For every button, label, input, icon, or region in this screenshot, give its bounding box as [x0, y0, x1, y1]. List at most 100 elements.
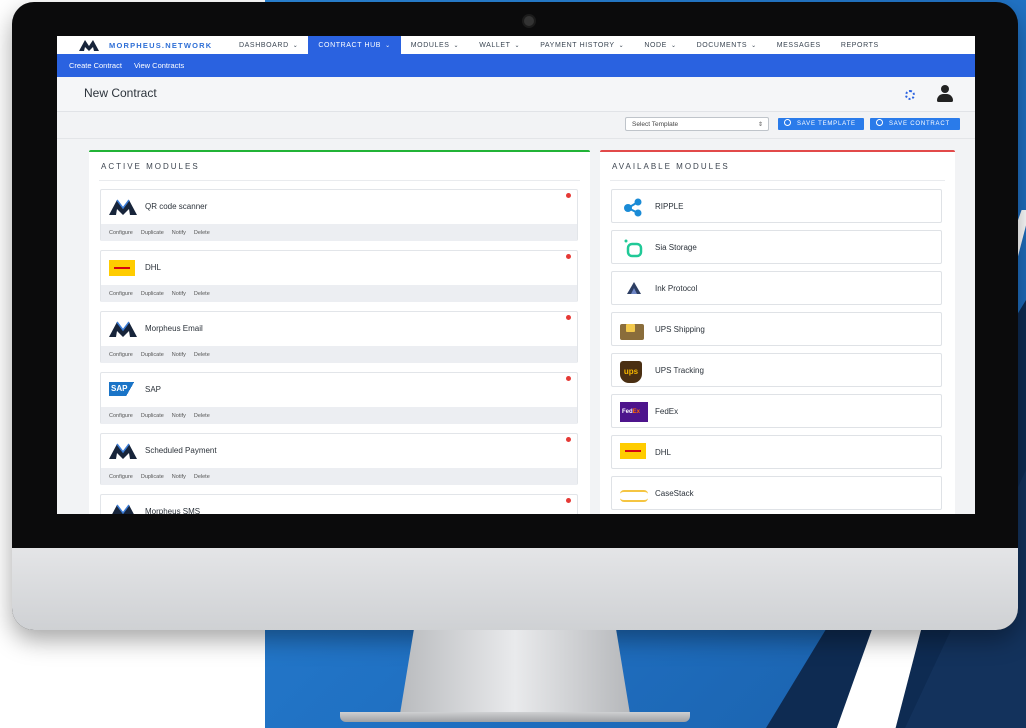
module-logo: ups	[620, 361, 648, 383]
ups-logo-icon: ups	[620, 361, 642, 383]
module-logo	[109, 260, 137, 276]
nav-contract-hub-label: CONTRACT HUB	[318, 41, 382, 49]
module-name: Ink Protocol	[655, 284, 698, 293]
delete-button[interactable]: Delete	[194, 230, 210, 236]
ink-logo-icon	[627, 282, 641, 294]
duplicate-button[interactable]: Duplicate	[141, 230, 164, 236]
user-avatar-icon[interactable]	[937, 85, 953, 103]
available-module-card[interactable]: RIPPLE	[611, 189, 942, 223]
configure-button[interactable]: Configure	[109, 230, 133, 236]
chevron-down-icon: ⌄	[618, 42, 625, 49]
nav-documents[interactable]: DOCUMENTS ⌄	[687, 36, 767, 54]
sap-logo-icon: SAP	[109, 382, 137, 396]
module-row: Scheduled Payment	[101, 434, 577, 468]
module-logo: SAP	[109, 382, 137, 398]
available-module-card[interactable]: FedEx FedEx	[611, 394, 942, 428]
available-module-card[interactable]: CaseStack	[611, 476, 942, 510]
contract-toolbar: Select Template ⇕ SAVE TEMPLATE SAVE CON…	[57, 112, 975, 139]
save-contract-button[interactable]: SAVE CONTRACT	[870, 118, 960, 130]
dhl-logo-icon	[109, 260, 135, 276]
status-dot-icon	[566, 315, 571, 320]
nav-reports[interactable]: REPORTS	[831, 36, 889, 54]
nav-modules[interactable]: MODULES ⌄	[401, 36, 469, 54]
active-module-card[interactable]: DHL Configure Duplicate Notify Delete	[100, 250, 578, 302]
status-dot-icon	[566, 437, 571, 442]
save-contract-label: SAVE CONTRACT	[889, 121, 950, 127]
active-modules-panel: ACTIVE MODULES QR code scanner Configure D…	[89, 150, 590, 514]
delete-button[interactable]: Delete	[194, 413, 210, 419]
notify-button[interactable]: Notify	[172, 474, 186, 480]
active-module-card[interactable]: QR code scanner Configure Duplicate Notify D…	[100, 189, 578, 241]
notify-button[interactable]: Notify	[172, 413, 186, 419]
morpheus-logo-icon	[112, 504, 134, 514]
duplicate-button[interactable]: Duplicate	[141, 474, 164, 480]
module-actions: Configure Duplicate Notify Delete	[101, 285, 577, 302]
active-module-card[interactable]: Scheduled Payment Configure Duplicate Notif…	[100, 433, 578, 485]
delete-button[interactable]: Delete	[194, 352, 210, 358]
available-module-card[interactable]: UPS Shipping	[611, 312, 942, 346]
ups-shipping-logo-icon	[620, 324, 644, 340]
configure-button[interactable]: Configure	[109, 291, 133, 297]
template-select[interactable]: Select Template ⇕	[625, 117, 769, 131]
dhl-logo-icon	[620, 443, 646, 459]
module-logo	[620, 279, 648, 299]
create-contract-link[interactable]: Create Contract	[69, 61, 122, 70]
active-module-card[interactable]: SAP SAP Configure Duplicate Notify Delete	[100, 372, 578, 424]
module-logo	[620, 320, 648, 340]
duplicate-button[interactable]: Duplicate	[141, 413, 164, 419]
delete-button[interactable]: Delete	[194, 474, 210, 480]
notify-button[interactable]: Notify	[172, 230, 186, 236]
gear-icon[interactable]	[905, 90, 915, 100]
configure-button[interactable]: Configure	[109, 413, 133, 419]
module-actions: Configure Duplicate Notify Delete	[101, 224, 577, 241]
available-module-card[interactable]: ups UPS Tracking	[611, 353, 942, 387]
available-module-card[interactable]: Sia Storage	[611, 230, 942, 264]
nav-modules-label: MODULES	[410, 41, 450, 49]
module-actions: Configure Duplicate Notify Delete	[101, 346, 577, 363]
available-module-card[interactable]: Ink Protocol	[611, 271, 942, 305]
module-name: CaseStack	[655, 489, 694, 498]
module-row: Morpheus Email	[101, 312, 577, 346]
chevron-down-icon: ⌄	[453, 42, 460, 49]
select-arrows-icon: ⇕	[757, 122, 763, 128]
configure-button[interactable]: Configure	[109, 352, 133, 358]
available-modules-panel: AVAILABLE MODULES RIPPLE Sia Storage Ink P…	[600, 150, 955, 514]
monitor-chin	[12, 548, 1018, 630]
notify-button[interactable]: Notify	[172, 291, 186, 297]
brand-logo[interactable]: MORPHEUS.NETWORK	[79, 39, 229, 51]
nav-node[interactable]: NODE ⌄	[634, 36, 686, 54]
chevron-down-icon: ⌄	[292, 42, 299, 49]
module-name: UPS Shipping	[655, 325, 705, 334]
nav-dashboard-label: DASHBOARD	[239, 41, 289, 49]
available-module-card[interactable]: DHL	[611, 435, 942, 469]
module-row: SAP SAP	[101, 373, 577, 407]
nav-payment-history[interactable]: PAYMENT HISTORY ⌄	[530, 36, 634, 54]
view-contracts-link[interactable]: View Contracts	[134, 61, 184, 70]
active-module-card[interactable]: Morpheus Email Configure Duplicate Notify De…	[100, 311, 578, 363]
nav-messages[interactable]: MESSAGES	[767, 36, 831, 54]
chevron-down-icon: ⌄	[670, 42, 677, 49]
module-logo	[109, 199, 137, 215]
save-template-label: SAVE TEMPLATE	[797, 121, 856, 127]
chevron-down-icon: ⌄	[385, 42, 391, 49]
fedex-logo-icon: FedEx	[620, 402, 648, 422]
delete-button[interactable]: Delete	[194, 291, 210, 297]
nav-node-label: NODE	[644, 41, 667, 49]
nav-contract-hub[interactable]: CONTRACT HUB ⌄	[308, 36, 401, 54]
nav-dashboard[interactable]: DASHBOARD ⌄	[229, 36, 308, 54]
template-select-value: Select Template	[632, 121, 679, 128]
module-logo	[620, 238, 648, 258]
module-name: UPS Tracking	[655, 366, 704, 375]
module-logo: FedEx	[620, 402, 648, 422]
active-module-card[interactable]: Morpheus SMSConfigureDuplicateNotifyDele…	[100, 494, 578, 514]
duplicate-button[interactable]: Duplicate	[141, 352, 164, 358]
duplicate-button[interactable]: Duplicate	[141, 291, 164, 297]
nav-wallet[interactable]: WALLET ⌄	[469, 36, 530, 54]
page-header: New Contract	[57, 77, 975, 112]
configure-button[interactable]: Configure	[109, 474, 133, 480]
nav-documents-label: DOCUMENTS	[696, 41, 748, 49]
sia-logo-icon	[624, 239, 643, 258]
save-template-button[interactable]: SAVE TEMPLATE	[778, 118, 864, 130]
top-nav: MORPHEUS.NETWORK DASHBOARD ⌄ CONTRACT HUB…	[57, 36, 975, 54]
notify-button[interactable]: Notify	[172, 352, 186, 358]
